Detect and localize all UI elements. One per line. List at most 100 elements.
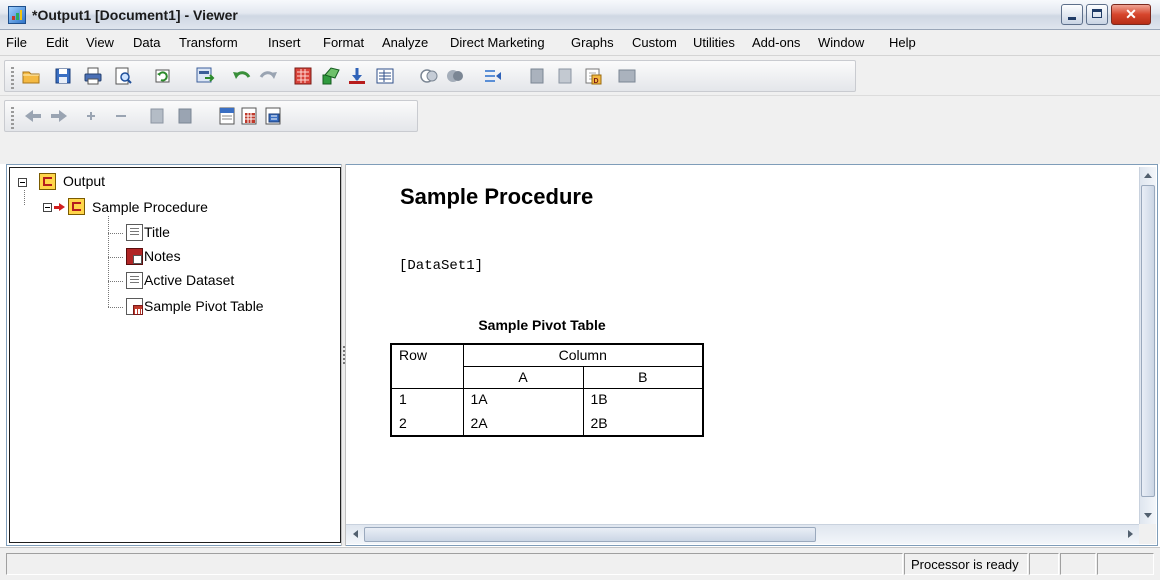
collapse-minus-icon[interactable] bbox=[111, 106, 131, 126]
expand-plus-icon[interactable] bbox=[81, 106, 101, 126]
designate-window-icon[interactable] bbox=[375, 66, 395, 86]
hide-icon[interactable] bbox=[445, 66, 465, 86]
toolbar-grip-2[interactable] bbox=[11, 107, 14, 129]
print-icon[interactable] bbox=[83, 66, 103, 86]
pivot-row-label: 1 bbox=[390, 387, 464, 410]
menu-direct-marketing[interactable]: Direct Marketing bbox=[450, 35, 545, 50]
save-icon[interactable] bbox=[53, 66, 73, 86]
main-toolbar-strip: D bbox=[4, 60, 856, 92]
active-dataset-text[interactable]: [DataSet1] bbox=[399, 258, 483, 274]
pivot-subheader-a: A bbox=[462, 365, 584, 389]
svg-text:D: D bbox=[594, 78, 599, 85]
pivot-table-title[interactable]: Sample Pivot Table bbox=[442, 317, 642, 333]
vertical-scroll-thumb[interactable] bbox=[1141, 185, 1155, 497]
pivot-cell: 1A bbox=[462, 387, 584, 410]
export-icon[interactable] bbox=[195, 66, 215, 86]
select-last-output-icon[interactable] bbox=[347, 66, 367, 86]
menu-utilities[interactable]: Utilities bbox=[693, 35, 735, 50]
menu-window[interactable]: Window bbox=[818, 35, 864, 50]
insert-text-icon[interactable] bbox=[617, 66, 637, 86]
undo-icon[interactable] bbox=[231, 66, 251, 86]
status-cell-3 bbox=[1060, 553, 1096, 575]
current-item-arrow-icon bbox=[54, 202, 65, 212]
menu-add-ons[interactable]: Add-ons bbox=[752, 35, 800, 50]
main-toolbar: D bbox=[0, 56, 1160, 96]
tree-connector bbox=[108, 216, 109, 308]
pivot-row-header: Row bbox=[390, 343, 464, 388]
tree-item-sample-pivot-table[interactable]: Sample Pivot Table bbox=[144, 296, 264, 316]
insert-heading-icon-2[interactable] bbox=[217, 106, 237, 126]
hide-item-icon[interactable] bbox=[175, 106, 195, 126]
recall-dialog-icon[interactable] bbox=[153, 66, 173, 86]
minimize-button[interactable] bbox=[1061, 4, 1083, 25]
insert-text-icon-2[interactable] bbox=[263, 106, 283, 126]
tree-item-notes[interactable]: Notes bbox=[144, 246, 181, 266]
scroll-down-icon[interactable] bbox=[1140, 508, 1156, 522]
goto-case-icon[interactable] bbox=[321, 66, 341, 86]
pivot-subheader-b: B bbox=[582, 365, 704, 389]
collapse-toggle[interactable] bbox=[18, 178, 27, 187]
horizontal-scrollbar[interactable] bbox=[346, 524, 1139, 544]
status-message: Processor is ready bbox=[911, 557, 1019, 572]
maximize-button[interactable] bbox=[1086, 4, 1108, 25]
show-icon[interactable] bbox=[147, 106, 167, 126]
status-processor-cell: Processor is ready bbox=[904, 553, 1028, 575]
scroll-right-icon[interactable] bbox=[1123, 527, 1137, 542]
collapse-toggle[interactable] bbox=[43, 203, 52, 212]
menu-analyze[interactable]: Analyze bbox=[382, 35, 428, 50]
menu-view[interactable]: View bbox=[86, 35, 114, 50]
collapse-icon[interactable] bbox=[483, 66, 503, 86]
pivot-cell: 2B bbox=[582, 410, 704, 437]
menu-format[interactable]: Format bbox=[323, 35, 364, 50]
menu-transform[interactable]: Transform bbox=[179, 35, 238, 50]
show-all-icon[interactable] bbox=[419, 66, 439, 86]
pivot-column-header: Column bbox=[462, 343, 704, 367]
scroll-left-icon[interactable] bbox=[349, 527, 363, 542]
toolbar-grip[interactable] bbox=[11, 67, 14, 89]
demote-icon[interactable] bbox=[555, 66, 575, 86]
pivot-table-icon bbox=[126, 298, 143, 315]
horizontal-scroll-thumb[interactable] bbox=[364, 527, 816, 542]
menu-help[interactable]: Help bbox=[889, 35, 916, 50]
outline-pane[interactable]: Output Sample Procedure Title Notes Acti… bbox=[9, 167, 341, 543]
tree-item-active-dataset[interactable]: Active Dataset bbox=[144, 270, 234, 290]
demote-arrow-icon[interactable] bbox=[49, 106, 69, 126]
pivot-row-label: 2 bbox=[390, 410, 464, 437]
menu-bar: File Edit View Data Transform Insert For… bbox=[0, 30, 1160, 56]
scroll-up-icon[interactable] bbox=[1140, 169, 1156, 183]
tree-item-output[interactable]: Output bbox=[63, 171, 105, 191]
pivot-table[interactable]: Row Column A B 1 1A 1B 2 2A 2B bbox=[390, 343, 704, 437]
insert-heading-icon[interactable]: D bbox=[583, 66, 603, 86]
tree-item-procedure[interactable]: Sample Procedure bbox=[92, 197, 208, 217]
promote-arrow-icon[interactable] bbox=[23, 106, 43, 126]
tree-item-title[interactable]: Title bbox=[144, 222, 170, 242]
app-icon[interactable] bbox=[8, 6, 26, 24]
status-cell-2 bbox=[1029, 553, 1059, 575]
tree-connector bbox=[108, 281, 124, 282]
procedure-book-icon bbox=[68, 198, 85, 215]
menu-data[interactable]: Data bbox=[133, 35, 160, 50]
insert-title-icon[interactable] bbox=[239, 106, 259, 126]
table-row: 1 1A 1B bbox=[390, 387, 704, 410]
status-bar: Processor is ready bbox=[0, 547, 1160, 580]
tree-connector bbox=[24, 190, 25, 206]
window-title: *Output1 [Document1] - Viewer bbox=[32, 7, 238, 23]
menu-graphs[interactable]: Graphs bbox=[571, 35, 614, 50]
content-pane[interactable]: Sample Procedure [DataSet1] Sample Pivot… bbox=[346, 167, 1139, 524]
menu-edit[interactable]: Edit bbox=[46, 35, 68, 50]
goto-data-icon[interactable] bbox=[293, 66, 313, 86]
redo-icon[interactable] bbox=[259, 66, 279, 86]
menu-insert[interactable]: Insert bbox=[268, 35, 301, 50]
print-preview-icon[interactable] bbox=[113, 66, 133, 86]
close-button[interactable] bbox=[1111, 4, 1151, 25]
menu-file[interactable]: File bbox=[6, 35, 27, 50]
procedure-heading[interactable]: Sample Procedure bbox=[400, 184, 593, 210]
promote-icon[interactable] bbox=[527, 66, 547, 86]
outline-toolbar-strip bbox=[4, 100, 418, 132]
title-bar: *Output1 [Document1] - Viewer bbox=[0, 0, 1160, 30]
tree-connector bbox=[108, 233, 124, 234]
open-folder-icon[interactable] bbox=[21, 66, 41, 86]
vertical-scrollbar[interactable] bbox=[1139, 167, 1156, 524]
table-row: 2 2A 2B bbox=[390, 410, 704, 437]
menu-custom[interactable]: Custom bbox=[632, 35, 677, 50]
